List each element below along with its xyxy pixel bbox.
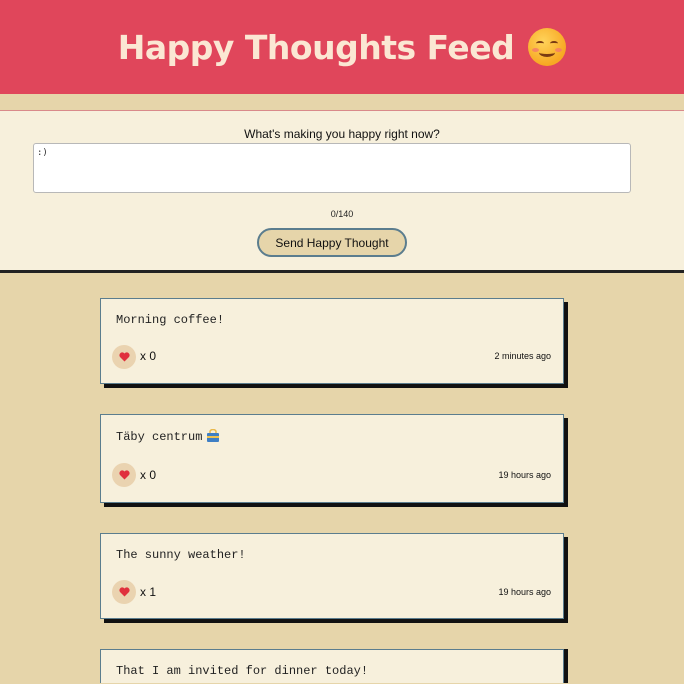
smiling-face-icon: [528, 28, 567, 66]
app-header: Happy Thoughts Feed: [0, 0, 684, 94]
thought-card: Morning coffee! x 0 2 minutes ago: [100, 298, 564, 384]
thought-message: Täby centrum: [116, 429, 220, 444]
thought-timestamp: 19 hours ago: [498, 470, 551, 480]
character-counter: 0/140: [330, 209, 354, 219]
like-button[interactable]: [112, 463, 136, 487]
page-title: Happy Thoughts Feed: [117, 27, 515, 67]
thought-input[interactable]: [33, 143, 631, 193]
heart-icon: [118, 470, 130, 480]
send-thought-button[interactable]: Send Happy Thought: [257, 228, 407, 257]
like-count: x 0: [140, 349, 157, 363]
header-content: Happy Thoughts Feed: [117, 27, 567, 67]
thought-card: Täby centrum x 0 19 hours ago: [100, 414, 564, 503]
thought-timestamp: 2 minutes ago: [494, 351, 551, 361]
new-thought-form: What's making you happy right now? 0/140…: [0, 110, 684, 273]
thought-card: That I am invited for dinner today!: [100, 649, 564, 683]
thought-card: The sunny weather! x 1 19 hours ago: [100, 533, 564, 619]
like-count: x 1: [140, 585, 157, 599]
like-button[interactable]: [112, 345, 136, 369]
form-prompt: What's making you happy right now?: [244, 127, 440, 141]
thought-message: That I am invited for dinner today!: [116, 664, 369, 678]
shopping-bag-icon: [207, 429, 220, 442]
thought-message: Morning coffee!: [116, 313, 225, 327]
heart-icon: [118, 587, 130, 597]
thought-timestamp: 19 hours ago: [498, 587, 551, 597]
thought-message: The sunny weather!: [116, 548, 246, 562]
heart-icon: [118, 352, 130, 362]
like-button[interactable]: [112, 580, 136, 604]
like-count: x 0: [140, 468, 157, 482]
